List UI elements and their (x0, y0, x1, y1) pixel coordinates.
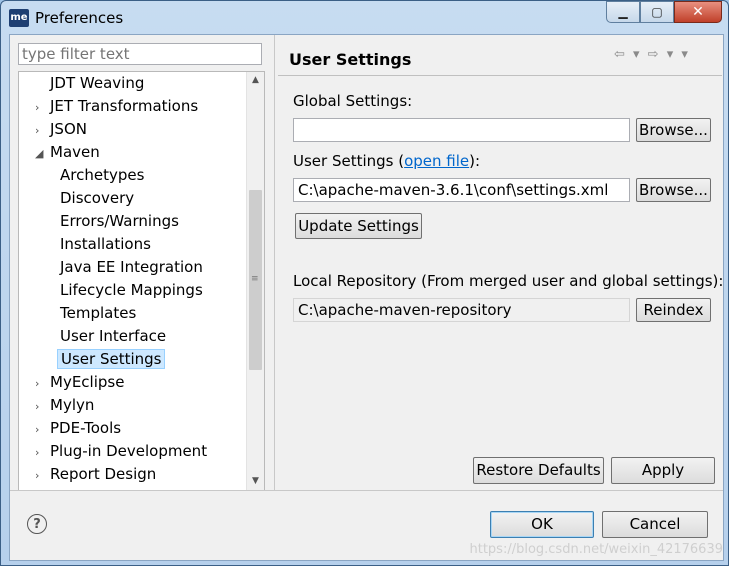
tree-item[interactable]: JDT Weaving (35, 72, 147, 94)
update-settings-button[interactable]: Update Settings (295, 213, 422, 239)
minimize-button[interactable]: ▁ (606, 1, 640, 23)
collapsed-arrow-icon[interactable]: › (35, 442, 47, 464)
help-icon[interactable]: ? (27, 514, 47, 534)
title-bar: me Preferences ▁ ▢ ✕ (1, 1, 728, 35)
tree-item-label: Report Design (50, 465, 157, 483)
tree-item-label: PDE-Tools (50, 419, 122, 437)
expanded-arrow-icon[interactable]: ◢ (35, 143, 47, 165)
tree-item[interactable]: Discovery (57, 187, 137, 209)
tree-item[interactable]: Installations (57, 233, 154, 255)
collapsed-arrow-icon[interactable]: › (35, 120, 47, 142)
tree-item-label: Archetypes (60, 166, 145, 184)
tree-item-label: Templates (60, 304, 137, 322)
browse-user-button[interactable]: Browse... (636, 178, 711, 202)
scroll-down-icon[interactable]: ▼ (247, 473, 264, 490)
tree-item[interactable]: Java EE Integration (57, 256, 206, 278)
tree-item[interactable]: › Report Design (35, 463, 159, 485)
collapsed-arrow-icon[interactable]: › (35, 396, 47, 418)
user-settings-label-prefix: User Settings ( (293, 152, 405, 170)
tree-item-label: Java EE Integration (60, 258, 203, 276)
tree-item[interactable]: › JSON (35, 118, 90, 140)
collapsed-arrow-icon[interactable]: › (35, 97, 47, 119)
tree-item[interactable]: User Interface (57, 325, 169, 347)
tree-item[interactable]: Lifecycle Mappings (57, 279, 206, 301)
cancel-button[interactable]: Cancel (602, 511, 708, 538)
apply-button[interactable]: Apply (611, 457, 715, 484)
tree-item-label: User Interface (60, 327, 167, 345)
tree-scrollbar[interactable]: ▲ ≡ ▼ (246, 72, 264, 490)
collapsed-arrow-icon[interactable]: › (35, 373, 47, 395)
scroll-up-icon[interactable]: ▲ (247, 72, 264, 89)
title-separator (278, 75, 722, 76)
close-button[interactable]: ✕ (674, 1, 722, 23)
collapsed-arrow-icon[interactable]: › (35, 465, 47, 487)
preference-tree: JDT Weaving › JET Transformations › JSON ◢ Mav… (18, 71, 265, 491)
tree-item[interactable]: › PDE-Tools (35, 417, 124, 439)
user-settings-label: User Settings (open file): (293, 152, 480, 170)
browse-global-button[interactable]: Browse... (636, 118, 711, 142)
preferences-window: me Preferences ▁ ▢ ✕ JDT Weaving›JET Tra… (0, 0, 729, 566)
collapsed-arrow-icon[interactable]: › (35, 419, 47, 441)
tree-item-label: Lifecycle Mappings (60, 281, 203, 299)
reindex-button[interactable]: Reindex (636, 298, 711, 322)
sash-divider[interactable] (274, 35, 275, 490)
tree-item[interactable]: › JET Transformations (35, 95, 201, 117)
user-settings-field[interactable]: C:\apache-maven-3.6.1\conf\settings.xml (293, 178, 630, 202)
restore-defaults-button[interactable]: Restore Defaults (473, 457, 604, 484)
window-controls: ▁ ▢ ✕ (606, 1, 722, 23)
tree-item-label: Errors/Warnings (60, 212, 179, 230)
open-file-link[interactable]: open file (404, 152, 469, 170)
footer-separator (10, 490, 723, 491)
user-settings-label-suffix: ): (469, 152, 481, 170)
myeclipse-icon: me (9, 9, 29, 27)
tree-item-label: MyEclipse (50, 373, 125, 391)
tree-item[interactable]: › MyEclipse (35, 371, 127, 393)
tree-item-label: Discovery (60, 189, 135, 207)
watermark: https://blog.csdn.net/weixin_42176639 (469, 542, 723, 557)
grip-icon: ≡ (251, 274, 259, 284)
tree-item-label: JET Transformations (50, 97, 199, 115)
maximize-button[interactable]: ▢ (640, 1, 674, 23)
global-settings-field[interactable] (293, 118, 630, 142)
filter-input[interactable] (18, 43, 262, 65)
tree-item[interactable]: ◢ Maven (35, 141, 103, 163)
tree-item-label: JSON (50, 120, 87, 138)
tree-item[interactable]: User Settings (57, 348, 166, 370)
tree-item[interactable]: › Plug-in Development (35, 440, 210, 462)
local-repository-field: C:\apache-maven-repository (293, 298, 630, 322)
history-nav-icons[interactable]: ⇦ ▾ ⇨ ▾ ▾ (614, 47, 690, 62)
local-repository-label: Local Repository (From merged user and g… (293, 272, 724, 290)
tree-item-label: User Settings (57, 349, 166, 369)
ok-button[interactable]: OK (490, 511, 594, 538)
tree-item-label: Maven (50, 143, 100, 161)
dialog-client-area: JDT Weaving›JET Transformations›JSON◢Mav… (9, 34, 724, 561)
tree-item[interactable]: › Mylyn (35, 394, 97, 416)
tree-item-label: Mylyn (50, 396, 95, 414)
tree-item[interactable]: Templates (57, 302, 139, 324)
tree-item[interactable]: Errors/Warnings (57, 210, 182, 232)
page-title: User Settings (289, 50, 412, 69)
tree-item-label: Installations (60, 235, 151, 253)
tree-item-label: Plug-in Development (50, 442, 208, 460)
window-title: Preferences (35, 9, 124, 27)
tree-item-label: JDT Weaving (50, 74, 145, 92)
tree-item[interactable]: Archetypes (57, 164, 147, 186)
global-settings-label: Global Settings: (293, 92, 413, 110)
